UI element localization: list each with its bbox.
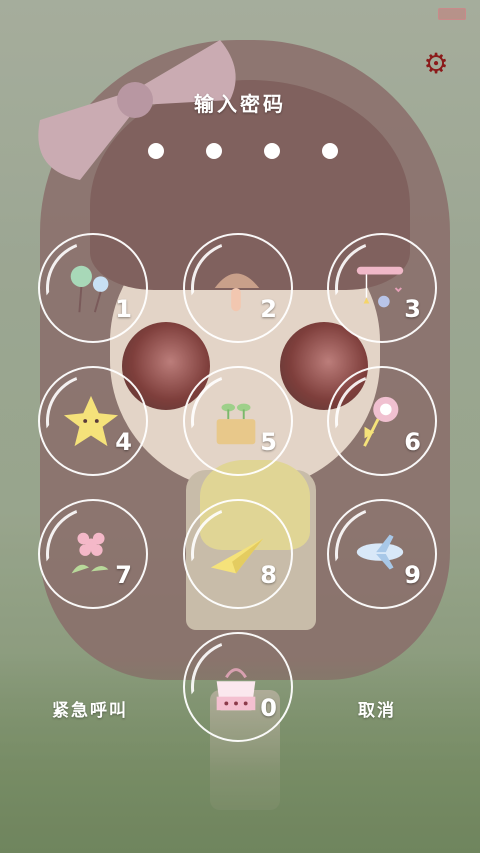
mushroom-icon [214, 273, 260, 312]
key-digit: 4 [115, 428, 132, 456]
key-2[interactable]: 2 [183, 233, 293, 343]
emergency-call-button[interactable]: 紧急呼叫 [52, 696, 128, 721]
key-6[interactable]: 6 [327, 366, 437, 476]
paper-plane-icon [210, 538, 264, 574]
key-0[interactable]: 0 [183, 632, 293, 742]
lollipop-icon [363, 396, 399, 447]
key-digit: 0 [260, 694, 277, 722]
key-digit: 9 [404, 561, 421, 589]
cancel-button[interactable]: 取消 [358, 696, 396, 721]
key-digit: 7 [115, 561, 132, 589]
key-4[interactable]: 4 [38, 366, 148, 476]
handbag-icon [216, 668, 256, 711]
gear-icon[interactable]: ⚙ [420, 48, 452, 80]
page-title: 输入密码 [194, 92, 286, 116]
balloons-icon [70, 265, 109, 313]
pin-dot [206, 143, 222, 159]
key-7[interactable]: 7 [38, 499, 148, 609]
flower-icon [71, 532, 109, 574]
airplane-icon [356, 534, 404, 570]
key-1[interactable]: 1 [38, 233, 148, 343]
pin-dot [264, 143, 280, 159]
pin-dot [322, 143, 338, 159]
hanging-decor-icon [356, 266, 404, 308]
key-8[interactable]: 8 [183, 499, 293, 609]
key-digit: 6 [404, 428, 421, 456]
battery-icon [438, 8, 466, 20]
star-face-icon [63, 395, 119, 447]
key-digit: 8 [260, 561, 277, 589]
pin-dot [148, 143, 164, 159]
pin-dots [148, 143, 338, 159]
key-3[interactable]: 3 [327, 233, 437, 343]
key-digit: 2 [260, 295, 277, 323]
key-digit: 1 [115, 295, 132, 323]
key-digit: 3 [404, 295, 421, 323]
sprout-pot-icon [216, 403, 256, 445]
key-5[interactable]: 5 [183, 366, 293, 476]
key-digit: 5 [260, 428, 277, 456]
key-9[interactable]: 9 [327, 499, 437, 609]
